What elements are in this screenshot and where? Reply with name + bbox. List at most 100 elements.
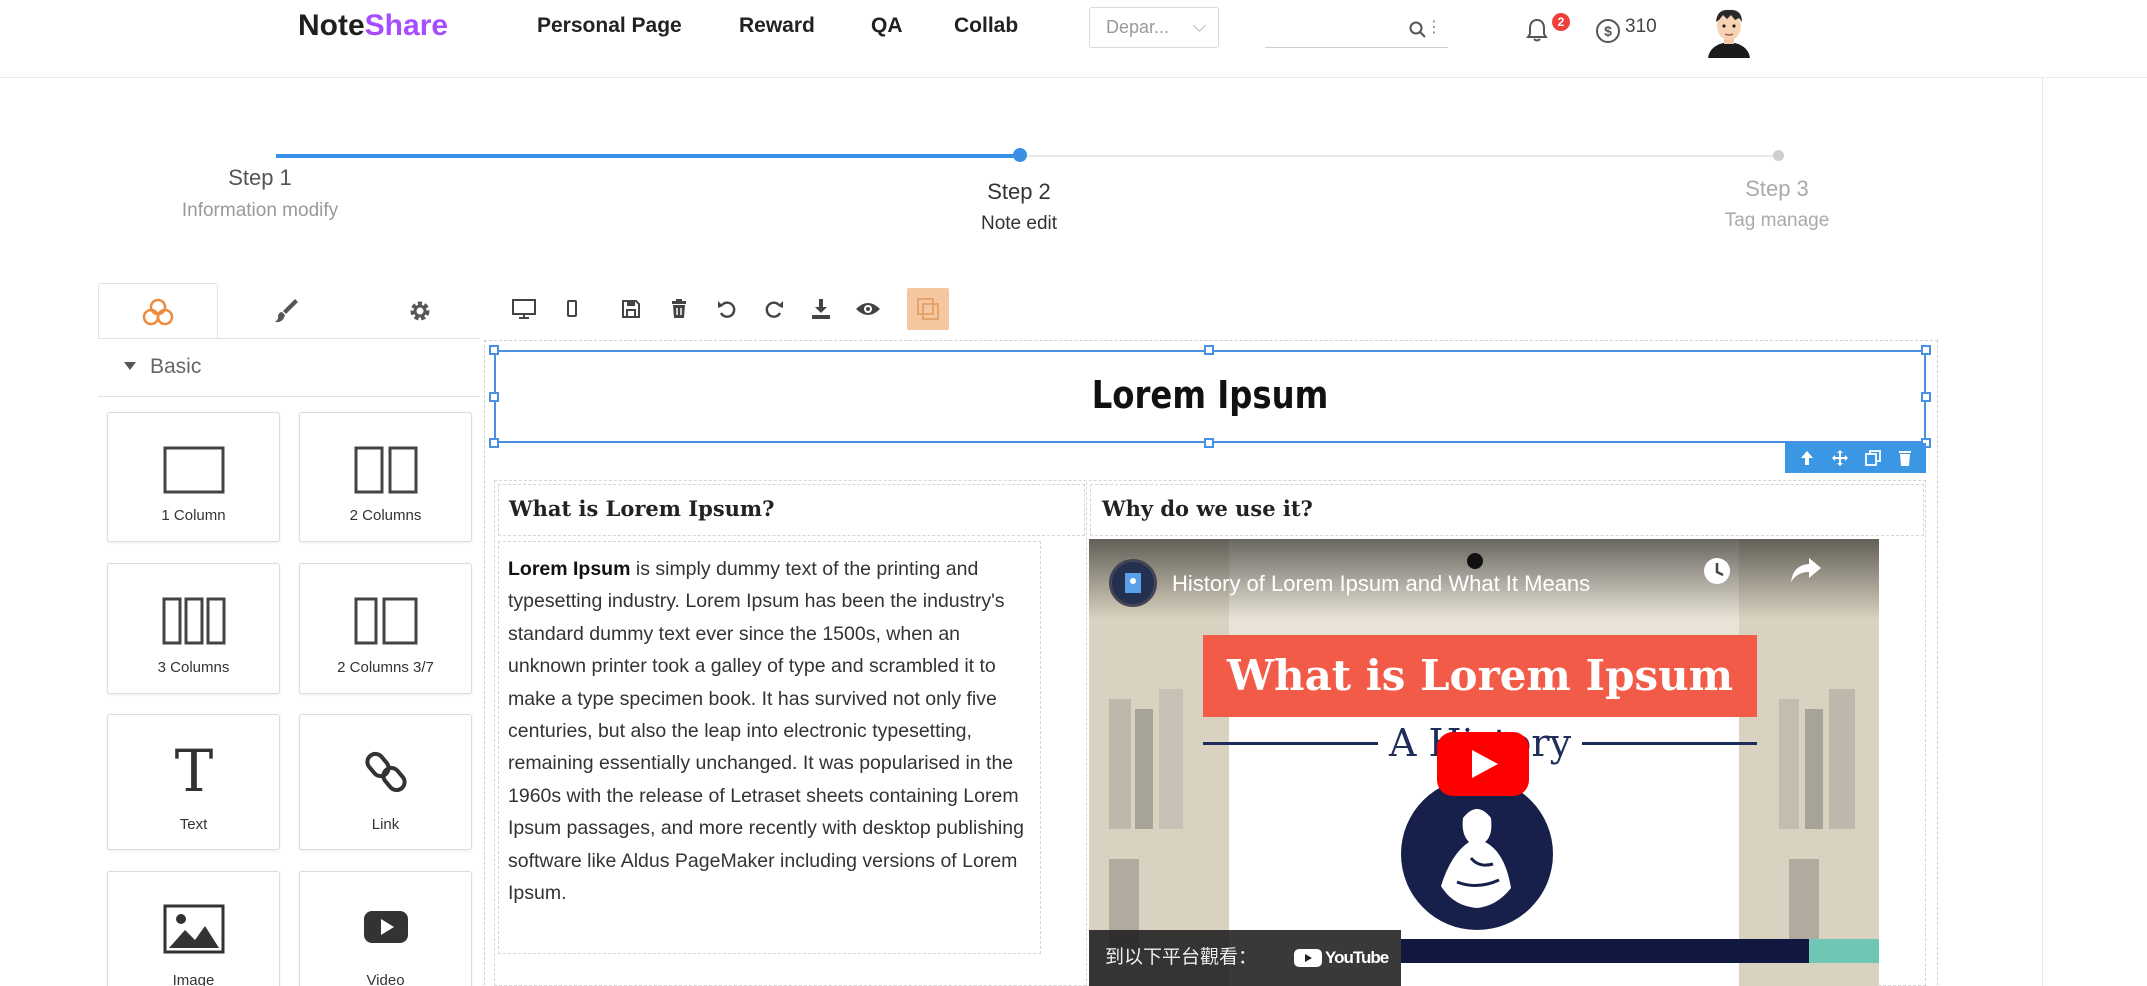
nav-personal-page[interactable]: Personal Page xyxy=(537,14,682,38)
resize-handle-bl[interactable] xyxy=(489,438,499,448)
tab-style[interactable] xyxy=(226,283,346,339)
search-icon[interactable] xyxy=(1408,20,1428,40)
gear-icon xyxy=(410,301,430,321)
block-label: Link xyxy=(371,816,400,833)
clock-icon[interactable] xyxy=(1701,555,1733,587)
resize-handle-l[interactable] xyxy=(489,392,499,402)
video-embed[interactable]: What is Lorem Ipsum A History History of… xyxy=(1089,539,1879,986)
para-text: is simply dummy text of the printing and… xyxy=(508,558,1024,905)
search-input[interactable]: ⋮ xyxy=(1265,14,1448,48)
channel-avatar[interactable] xyxy=(1109,559,1157,607)
download-button[interactable] xyxy=(804,292,838,326)
arrow-up-icon[interactable] xyxy=(1798,449,1816,467)
step-1-title[interactable]: Step 1 xyxy=(140,165,380,191)
pin-icon xyxy=(1467,553,1483,569)
step-2-title[interactable]: Step 2 xyxy=(899,179,1139,205)
panel-tab-divider xyxy=(98,338,480,339)
caret-down-icon xyxy=(124,362,136,370)
nav-reward[interactable]: Reward xyxy=(739,14,815,38)
hero-title[interactable]: Lorem Ipsum xyxy=(601,372,1818,418)
delete-button[interactable] xyxy=(662,292,696,326)
more-icon[interactable]: ⋮ xyxy=(1426,20,1442,36)
layers-button[interactable] xyxy=(907,288,949,330)
desktop-view-button[interactable] xyxy=(507,292,541,326)
undo-button[interactable] xyxy=(710,292,744,326)
block-video[interactable]: Video xyxy=(299,871,472,986)
block-2-columns-37[interactable]: 2 Columns 3/7 xyxy=(299,563,472,694)
right-heading[interactable]: Why do we use it? xyxy=(1102,496,1313,522)
block-image[interactable]: Image xyxy=(107,871,280,986)
mobile-view-button[interactable] xyxy=(555,292,589,326)
two-columns-37-icon xyxy=(300,597,471,645)
resize-handle-b[interactable] xyxy=(1204,438,1214,448)
department-select[interactable]: Depar... xyxy=(1089,7,1219,48)
move-icon[interactable] xyxy=(1831,449,1849,467)
video-icon xyxy=(300,910,471,944)
save-button[interactable] xyxy=(614,292,648,326)
video-title[interactable]: History of Lorem Ipsum and What It Means xyxy=(1172,571,1590,597)
copy-icon[interactable] xyxy=(1864,449,1882,467)
resize-handle-t[interactable] xyxy=(1204,345,1214,355)
redo-button[interactable] xyxy=(757,292,791,326)
play-button[interactable] xyxy=(1437,732,1529,796)
left-heading[interactable]: What is Lorem Ipsum? xyxy=(509,496,774,522)
bell-icon[interactable] xyxy=(1525,17,1549,43)
lorem-paragraph[interactable]: Lorem Ipsum is simply dummy text of the … xyxy=(508,553,1038,909)
block-label: Image xyxy=(172,972,215,986)
thumbnail-medallion xyxy=(1401,778,1553,930)
youtube-label: YouTube xyxy=(1325,948,1389,967)
block-toolbar xyxy=(1785,443,1926,473)
section-divider xyxy=(98,396,480,397)
desktop-icon xyxy=(512,299,536,319)
nav-qa[interactable]: QA xyxy=(871,14,903,38)
thumbnail-bottom-bar xyxy=(1401,939,1879,963)
step-2-subtitle: Note edit xyxy=(980,213,1058,234)
section-basic[interactable]: Basic xyxy=(124,354,201,380)
tab-settings[interactable] xyxy=(360,283,480,339)
avatar[interactable] xyxy=(1702,4,1756,58)
block-link[interactable]: Link xyxy=(299,714,472,850)
undo-icon xyxy=(718,301,736,318)
trash-icon xyxy=(672,299,686,318)
svg-text:T: T xyxy=(174,739,213,797)
resize-handle-r[interactable] xyxy=(1921,392,1931,402)
block-label: Text xyxy=(179,816,208,833)
resize-handle-tl[interactable] xyxy=(489,345,499,355)
block-text[interactable]: T Text xyxy=(107,714,280,850)
three-columns-icon xyxy=(108,597,279,645)
step-2-dot xyxy=(1013,148,1027,162)
block-1-column[interactable]: 1 Column xyxy=(107,412,280,542)
block-label: 2 Columns xyxy=(349,507,422,524)
nav-collab[interactable]: Collab xyxy=(954,14,1018,38)
steps-progress xyxy=(276,154,1020,158)
text-icon: T xyxy=(108,739,279,797)
coin-balance: 310 xyxy=(1625,16,1657,37)
step-3-dot xyxy=(1773,150,1784,161)
share-icon[interactable] xyxy=(1789,555,1823,585)
thumbnail-teal-block xyxy=(1809,939,1879,963)
block-label: 1 Column xyxy=(161,507,226,524)
mobile-icon xyxy=(567,300,577,317)
step-3-subtitle: Tag manage xyxy=(1724,210,1830,231)
tab-blocks[interactable] xyxy=(98,283,218,339)
page-divider xyxy=(2042,78,2043,986)
statue-icon xyxy=(1441,809,1511,908)
two-columns-icon xyxy=(300,446,471,494)
step-3-title[interactable]: Step 3 xyxy=(1657,176,1897,202)
watch-on-label: 到以下平台觀看： xyxy=(1105,947,1258,968)
logo-part1: Note xyxy=(298,9,365,42)
preview-button[interactable] xyxy=(851,292,885,326)
layers-icon xyxy=(917,298,939,320)
trash-icon[interactable] xyxy=(1897,449,1913,467)
logo[interactable]: NoteShare xyxy=(298,10,448,42)
block-2-columns[interactable]: 2 Columns xyxy=(299,412,472,542)
download-icon xyxy=(812,299,830,319)
block-3-columns[interactable]: 3 Columns xyxy=(107,563,280,694)
chevron-down-icon xyxy=(1193,19,1206,32)
resize-handle-tr[interactable] xyxy=(1921,345,1931,355)
block-label: Video xyxy=(366,972,405,986)
block-label: 2 Columns 3/7 xyxy=(337,659,434,676)
redo-icon xyxy=(765,301,783,318)
youtube-link[interactable]: YouTube xyxy=(1293,947,1391,969)
save-icon xyxy=(622,300,640,318)
